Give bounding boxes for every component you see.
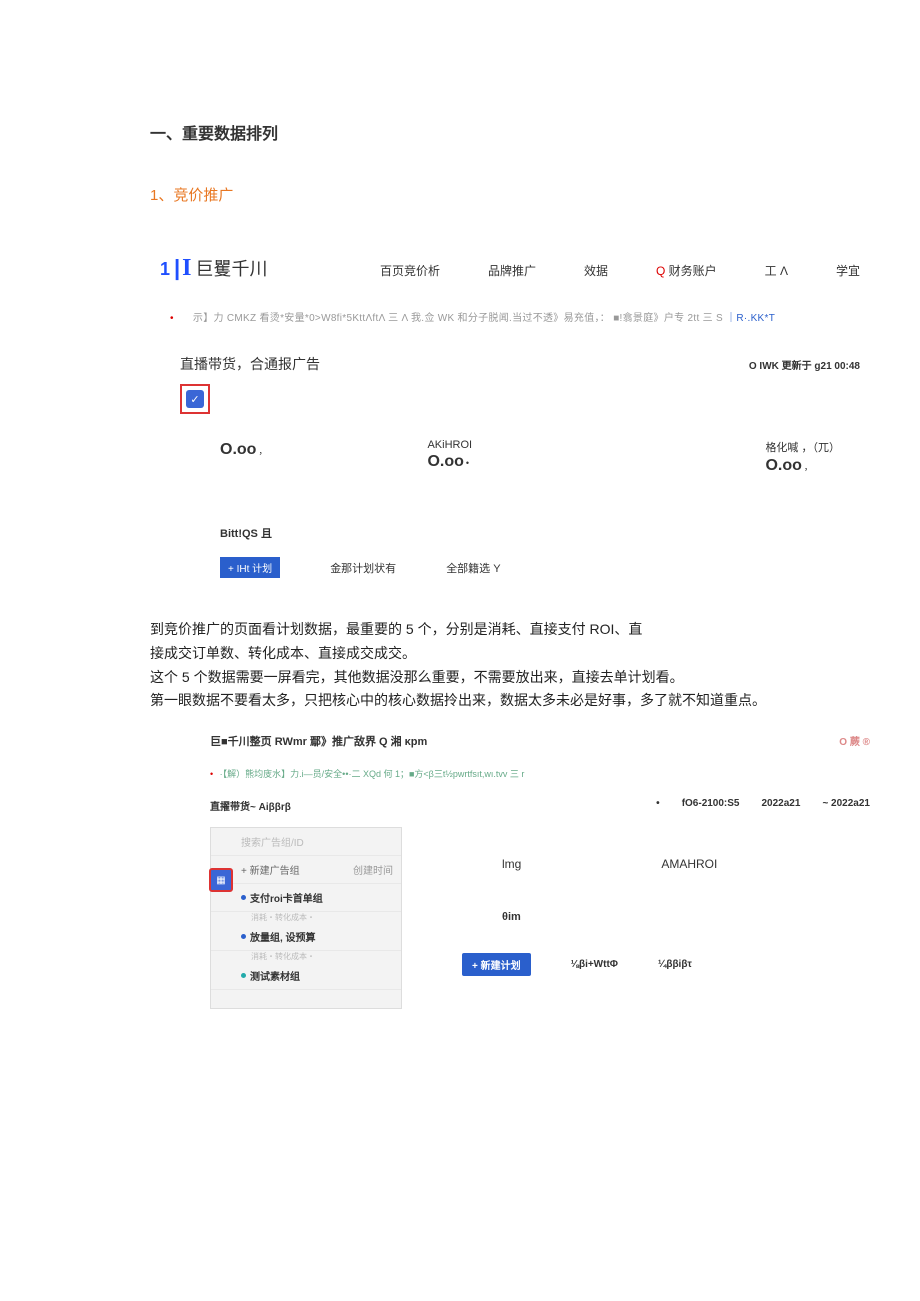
- column-header: 创建时间: [353, 862, 393, 877]
- stat-value: O.oo•: [427, 453, 472, 471]
- nav-item[interactable]: 效据: [584, 262, 608, 279]
- brand-bar: |: [174, 255, 180, 281]
- screenshot-panel-2: 巨■千川整页 RWmr 鄢》推广敌界 Q 湘 κpm O 蕨 ® • ·【解）熊…: [150, 733, 870, 1009]
- stat-block: O.oo，: [220, 439, 267, 475]
- stat-block: AKiHROI O.oo•: [427, 439, 472, 475]
- stat-value: O.oo，: [765, 457, 840, 475]
- stat-label: AKiHROI: [427, 439, 472, 451]
- filter-text[interactable]: 金那计划状有: [330, 560, 396, 576]
- brand-i-icon: I: [182, 255, 191, 282]
- new-plan-button[interactable]: + IHt 计划: [220, 557, 280, 578]
- panel2-title: 巨■千川整页 RWmr 鄢》推广敌界 Q 湘 κpm: [210, 733, 427, 749]
- filter-text[interactable]: 全部籍选 Y: [446, 560, 500, 576]
- button-row: + IHt 计划 金那计划状有 全部籍选 Y: [220, 557, 870, 578]
- date-range: 2022a21: [762, 798, 801, 813]
- tab-icon: ✓: [186, 390, 204, 408]
- highlighted-tab-icon[interactable]: ✓: [180, 384, 210, 414]
- small-title: Bitt!QS 且: [220, 525, 870, 541]
- nav-item[interactable]: 工 Λ: [765, 262, 788, 279]
- small-label: θim: [502, 911, 870, 923]
- sidebar-item-sub: 消耗・转化成本・: [211, 951, 401, 962]
- sidebar-search[interactable]: 搜索广告组/ID: [211, 828, 401, 856]
- panel2-tip: • ·【解）熊均庋水】力.i—员/安全••·二 XQd 何 1；■方<β三t½p…: [210, 767, 870, 780]
- nav-item[interactable]: Q 财务账户: [656, 262, 717, 279]
- nav-item[interactable]: 学宜: [836, 262, 860, 279]
- screenshot-panel-1: 1 | I 巨矍千川 百页竞价析 品牌推广 效据 Q 财务账户 工 Λ 学宜 •…: [150, 255, 870, 578]
- q-icon: Q: [656, 264, 669, 278]
- sidebar-header-row: + 新建广告组 创建时间: [211, 856, 401, 884]
- stat-label: 格化喊 ，（兀）: [765, 439, 840, 455]
- sidebar-item[interactable]: 放量组, 设预算: [211, 923, 401, 951]
- body-paragraph: 到竞价推广的页面看计划数据，最重要的 5 个，分别是消耗、直接支付 ROI、直 …: [150, 618, 870, 713]
- brand-name: 巨矍千川: [196, 255, 268, 281]
- date-range: fO6-2100:S5: [682, 798, 740, 813]
- sidebar-screenshot: 搜索广告组/ID ▦ + 新建广告组 创建时间 支付roi卡首单组 消耗・转化成…: [210, 827, 402, 1009]
- brand-number: 1: [160, 259, 170, 280]
- update-time: O IWK 更新于 g21 00:48: [749, 357, 860, 372]
- nav-item[interactable]: 品牌推广: [488, 262, 536, 279]
- highlighted-sidebar-icon[interactable]: ▦: [209, 868, 233, 892]
- metric-label: AMAHROI: [661, 857, 717, 871]
- subsection-heading: 1、竞价推广: [150, 184, 870, 205]
- section-heading: 一、重要数据排列: [150, 120, 870, 144]
- banner-text: • 示】力 CMKZ 看烫*安量*0>W8fi*5KttΛftΛ 三 Λ 我.佥…: [170, 309, 870, 324]
- sidebar-item[interactable]: 测试素材组: [211, 962, 401, 990]
- right-area: lmg AMAHROI θim + 新建计划 ⅛βi+WttΦ ¼ββiβτ: [422, 827, 870, 1009]
- nav-item[interactable]: 百页竞价析: [380, 262, 440, 279]
- panel2-sub-left: 直擢带货~ Aiββrβ: [210, 798, 291, 813]
- metric-label: lmg: [502, 857, 521, 871]
- status-dot-icon: [241, 895, 246, 900]
- add-group-button[interactable]: + 新建广告组: [241, 862, 300, 877]
- stats-row: O.oo， AKiHROI O.oo• 格化喊 ，（兀） O.oo，: [220, 439, 870, 475]
- new-plan-button[interactable]: + 新建计划: [462, 953, 531, 976]
- dot-icon: •: [656, 798, 660, 813]
- nav-row: 百页竞价析 品牌推广 效据 Q 财务账户 工 Λ 学宜: [380, 262, 860, 279]
- stat-value: O.oo，: [220, 441, 267, 459]
- text-fragment: ¼ββiβτ: [658, 959, 692, 970]
- subhead: 直播带货，合通报广告: [180, 354, 320, 374]
- panel2-right-label: O 蕨 ®: [839, 733, 870, 748]
- status-dot-icon: [241, 934, 246, 939]
- status-dot-icon: [241, 973, 246, 978]
- stat-block: 格化喊 ，（兀） O.oo，: [765, 439, 840, 475]
- sidebar-item-sub: 消耗・转化成本・: [211, 912, 401, 923]
- bullet-icon: •: [210, 769, 213, 779]
- date-range: ~ 2022a21: [822, 798, 870, 813]
- text-fragment: ⅛βi+WttΦ: [571, 959, 618, 970]
- sidebar-item[interactable]: 支付roi卡首单组: [211, 884, 401, 912]
- bullet-icon: •: [170, 313, 174, 324]
